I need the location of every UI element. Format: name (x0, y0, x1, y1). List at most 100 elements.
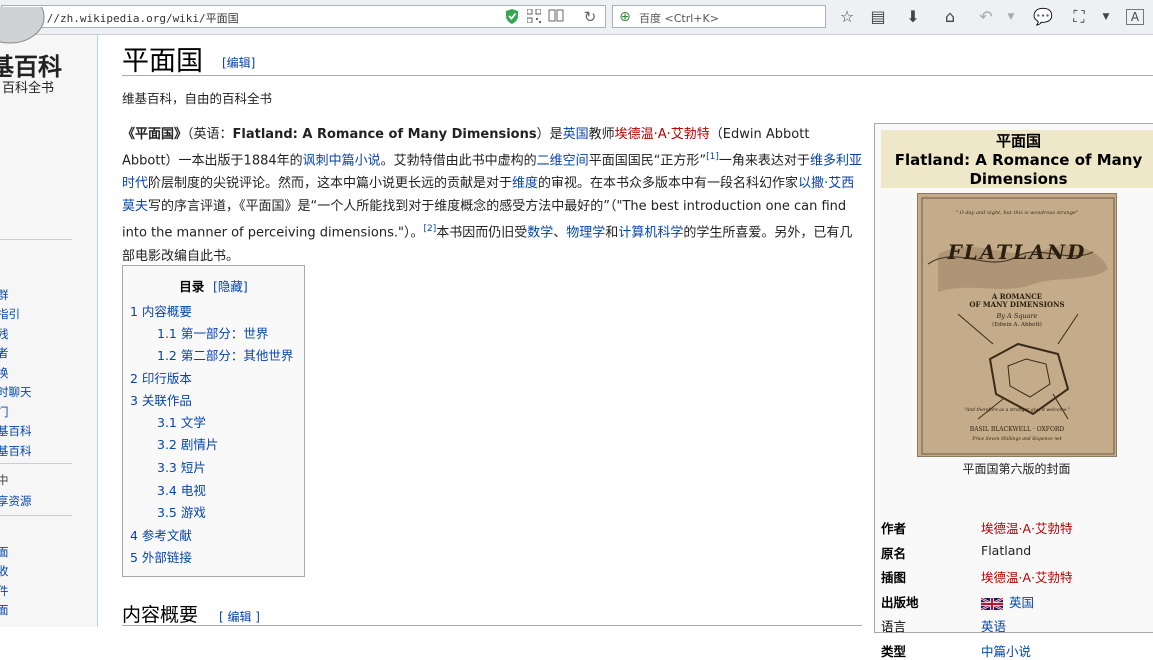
cover-subtitle-2: OF MANY DIMENSIONS (969, 300, 1065, 309)
undo-icon[interactable]: ↶ (975, 6, 997, 28)
intro-text: 的审视。在本书众多版本中有一段名科幻作家 (538, 176, 799, 192)
link-england[interactable]: 英国 (563, 127, 589, 142)
qrcode-icon[interactable] (526, 8, 542, 25)
infobox-title-en: Flatland: A Romance of Many Dimensions (894, 151, 1143, 188)
cover-quote-bottom: "And therefore as a stranger give it wel… (963, 408, 1071, 413)
infobox-value-author[interactable]: 埃德温·A·艾勃特 (981, 518, 1073, 537)
undo-dropdown-icon[interactable]: ▼ (1000, 6, 1022, 28)
cover-title: FLATLAND (947, 240, 1087, 264)
link-physics[interactable]: 物理学 (566, 226, 605, 241)
page-title: 平面国 (122, 46, 203, 77)
toc-item[interactable]: 3.3 短片 (157, 457, 206, 476)
toc-toggle[interactable]: [隐藏] (213, 279, 248, 294)
reader-mode-icon[interactable] (548, 9, 564, 25)
toc-header: 目录 [隐藏] (123, 276, 304, 295)
toc-item[interactable]: 1.1 第一部分：世界 (157, 323, 268, 342)
reference-2[interactable]: [2] (423, 224, 436, 234)
intro-text: 《平面国》 (122, 127, 188, 142)
intro-text: 阶层制度的尖锐评论。然而，这本中篇小说更长远的贡献是对于 (148, 176, 513, 192)
section-edit-link[interactable]: [ 编辑 ] (219, 608, 260, 625)
toc-item[interactable]: 1 内容概要 (130, 301, 192, 320)
toc-item[interactable]: 5 外部链接 (130, 547, 192, 566)
link-cs[interactable]: 计算机科学 (618, 226, 683, 241)
sidebar-link[interactable]: 基百科 (0, 423, 32, 439)
infobox-label: 作者 (881, 521, 907, 536)
toc-item[interactable]: 3.5 游戏 (157, 502, 206, 521)
sidebar-link[interactable]: 者 (0, 345, 9, 361)
wikipedia-globe-icon[interactable] (0, 7, 50, 47)
sidebar-link[interactable]: 面 (0, 602, 9, 618)
sidebar-link[interactable]: 收 (0, 563, 9, 579)
intro-text: 一角来表达对于 (718, 153, 810, 169)
infobox: 平面国 Flatland: A Romance of Many Dimensio… (874, 123, 1153, 659)
infobox-value-country[interactable]: 英国 (1009, 592, 1034, 611)
reference-1[interactable]: [1] (706, 152, 719, 162)
sidebar-link[interactable]: 门 (0, 404, 9, 420)
toc-item[interactable]: 1.2 第二部分：其他世界 (157, 345, 293, 364)
sidebar-link[interactable]: 享资源 (0, 493, 32, 509)
uk-flag-icon (980, 595, 1004, 614)
intro-text: 平面国国民“正方形” (588, 153, 707, 169)
chat-icon[interactable]: 💬 (1032, 6, 1054, 28)
toc-item[interactable]: 3 关联作品 (130, 390, 192, 409)
intro-text: 。艾勃特借由此书中虚构的 (380, 153, 537, 169)
intro-text: 、 (553, 225, 567, 241)
cover-price: Price Seven Shillings and Sixpence net (972, 437, 1062, 442)
reload-icon[interactable]: ↻ (582, 9, 598, 25)
toc-item[interactable]: 3.4 电视 (157, 480, 206, 499)
address-bar[interactable]: https://zh.wikipedia.org/wiki/平面国 ↻ (1, 5, 606, 28)
cover-quote-top: " O day and night, but this is wondrous … (955, 210, 1079, 216)
edit-link[interactable]: [编辑] (222, 54, 255, 71)
toc-item[interactable]: 2 印行版本 (130, 368, 192, 387)
article-content: 平面国 [编辑] 维基百科，自由的百科全书 《平面国》（英语：Flatland:… (99, 35, 1153, 659)
logo-tagline: 百科全书 (2, 81, 55, 96)
infobox-value-genre[interactable]: 中篇小说 (981, 641, 1031, 660)
browser-toolbar: https://zh.wikipedia.org/wiki/平面国 ↻ ⊕ 百度… (0, 0, 1153, 35)
intro-text: 教师 (588, 127, 615, 142)
intro-text: 和 (605, 225, 619, 241)
crop-icon[interactable]: ⛶ (1068, 6, 1090, 28)
title-divider (122, 75, 1153, 76)
sidebar-link[interactable]: 换 (0, 365, 9, 381)
link-math[interactable]: 数学 (527, 226, 553, 241)
sidebar-divider (0, 515, 72, 516)
link-author[interactable]: 埃德温·A·艾勃特 (615, 127, 710, 142)
bookmarks-list-icon[interactable]: ▤ (867, 6, 889, 28)
sidebar-link[interactable]: 面 (0, 544, 9, 560)
infobox-value-illustrator[interactable]: 埃德温·A·艾勃特 (981, 567, 1073, 586)
sidebar-link[interactable]: 件 (0, 583, 9, 599)
intro-paragraph: 《平面国》（英语：Flatland: A Romance of Many Dim… (122, 123, 862, 268)
cover-by: By A Square (996, 312, 1038, 320)
book-cover-image[interactable]: " O day and night, but this is wondrous … (917, 193, 1117, 457)
download-icon[interactable]: ⬇ (902, 6, 924, 28)
sidebar-link[interactable]: 时聊天 (0, 384, 32, 400)
table-of-contents: 目录 [隐藏] 1 内容概要 1.1 第一部分：世界 1.2 第二部分：其他世界… (122, 265, 305, 577)
toc-item[interactable]: 3.1 文学 (157, 412, 206, 431)
sidebar-link[interactable]: 指引 (0, 306, 20, 322)
text-icon[interactable]: A (1126, 9, 1144, 25)
search-bar[interactable]: ⊕ 百度 <Ctrl+K> (612, 5, 826, 28)
home-icon[interactable]: ⌂ (939, 6, 961, 28)
link-satire[interactable]: 讽刺中篇小说 (303, 153, 381, 168)
sidebar-link[interactable]: 残 (0, 326, 9, 342)
infobox-label-language[interactable]: 语言 (881, 616, 906, 635)
sidebar-link[interactable]: 群 (0, 287, 9, 303)
search-placeholder: 百度 <Ctrl+K> (639, 12, 719, 25)
crop-dropdown-icon[interactable]: ▼ (1095, 6, 1117, 28)
link-2d-space[interactable]: 二维空间 (537, 153, 589, 168)
toc-item[interactable]: 4 参考文献 (130, 525, 192, 544)
site-tagline: 维基百科，自由的百科全书 (122, 91, 273, 106)
infobox-value-original-title: Flatland (981, 543, 1032, 558)
bookmark-star-icon[interactable]: ☆ (836, 6, 858, 28)
sidebar-link[interactable]: 基百科 (0, 443, 32, 459)
infobox-label: 类型 (881, 644, 907, 659)
shield-icon[interactable] (504, 9, 520, 25)
toc-item[interactable]: 3.2 剧情片 (157, 434, 218, 453)
infobox-title-zh: 平面国 (995, 132, 1041, 150)
intro-text: Flatland: A Romance of Many Dimensions (232, 127, 537, 142)
cover-publisher: BASIL BLACKWELL · OXFORD (969, 426, 1065, 433)
link-dimension[interactable]: 维度 (512, 176, 538, 191)
search-engine-icon[interactable]: ⊕ (617, 9, 633, 25)
infobox-value-language[interactable]: 英语 (981, 616, 1006, 635)
sidebar-heading: 中 (0, 473, 9, 487)
